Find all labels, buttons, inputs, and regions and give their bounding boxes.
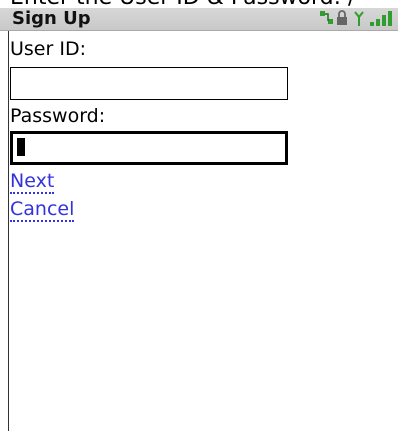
clipped-instruction-text: Enter the User ID & Password: / (10, 0, 398, 8)
status-icons (318, 9, 396, 29)
user-id-field[interactable] (10, 67, 288, 100)
lock-icon (337, 10, 347, 25)
left-divider (8, 31, 9, 431)
text-cursor (17, 138, 25, 156)
next-link[interactable]: Next (10, 171, 55, 194)
password-field[interactable] (10, 131, 288, 165)
title-bar: Sign Up (0, 8, 398, 31)
status-icons-svg (320, 10, 392, 26)
cancel-link[interactable]: Cancel (10, 199, 75, 222)
user-id-label: User ID: (10, 38, 86, 60)
page-title: Sign Up (12, 8, 91, 29)
signal-bars-icon (370, 11, 392, 26)
network-icon (320, 11, 333, 24)
password-label: Password: (10, 105, 106, 127)
sign-up-screen: Enter the User ID & Password: / Sign Up (0, 0, 398, 431)
antenna-icon (354, 11, 364, 26)
